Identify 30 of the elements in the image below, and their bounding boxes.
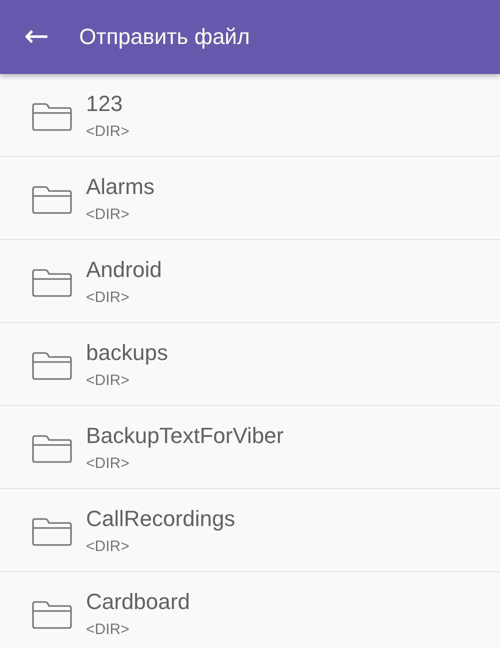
folder-type: <DIR> [86,454,130,472]
folder-icon [30,268,74,298]
folder-item[interactable]: CallRecordings <DIR> [0,489,500,572]
folder-icon [30,351,74,381]
folder-name: backups [86,340,168,366]
folder-name: Android [86,256,162,282]
back-button[interactable]: ← [18,22,56,52]
folder-item[interactable]: backups <DIR> [0,323,500,406]
folder-icon [30,600,74,630]
folder-name: Cardboard [86,588,190,614]
folder-item[interactable]: Android <DIR> [0,240,500,323]
folder-name: Alarms [86,174,154,200]
folder-type: <DIR> [86,288,130,306]
folder-icon [30,185,74,215]
folder-icon [30,517,74,547]
folder-item[interactable]: BackupTextForViber <DIR> [0,406,500,489]
folder-icon [30,102,74,132]
folder-name: BackupTextForViber [86,422,284,448]
folder-icon [30,434,74,464]
folder-item[interactable]: Alarms <DIR> [0,157,500,240]
folder-name: CallRecordings [86,506,236,532]
screen-title: Отправить файл [79,24,250,50]
folder-item[interactable]: 123 <DIR> [0,74,500,157]
folder-type: <DIR> [86,538,130,554]
folder-type: <DIR> [86,620,130,638]
folder-name: 123 [86,90,124,116]
folder-type: <DIR> [86,122,130,140]
folder-type: <DIR> [86,372,130,388]
folder-item[interactable]: Cardboard <DIR> [0,572,500,648]
folder-type: <DIR> [86,206,130,222]
